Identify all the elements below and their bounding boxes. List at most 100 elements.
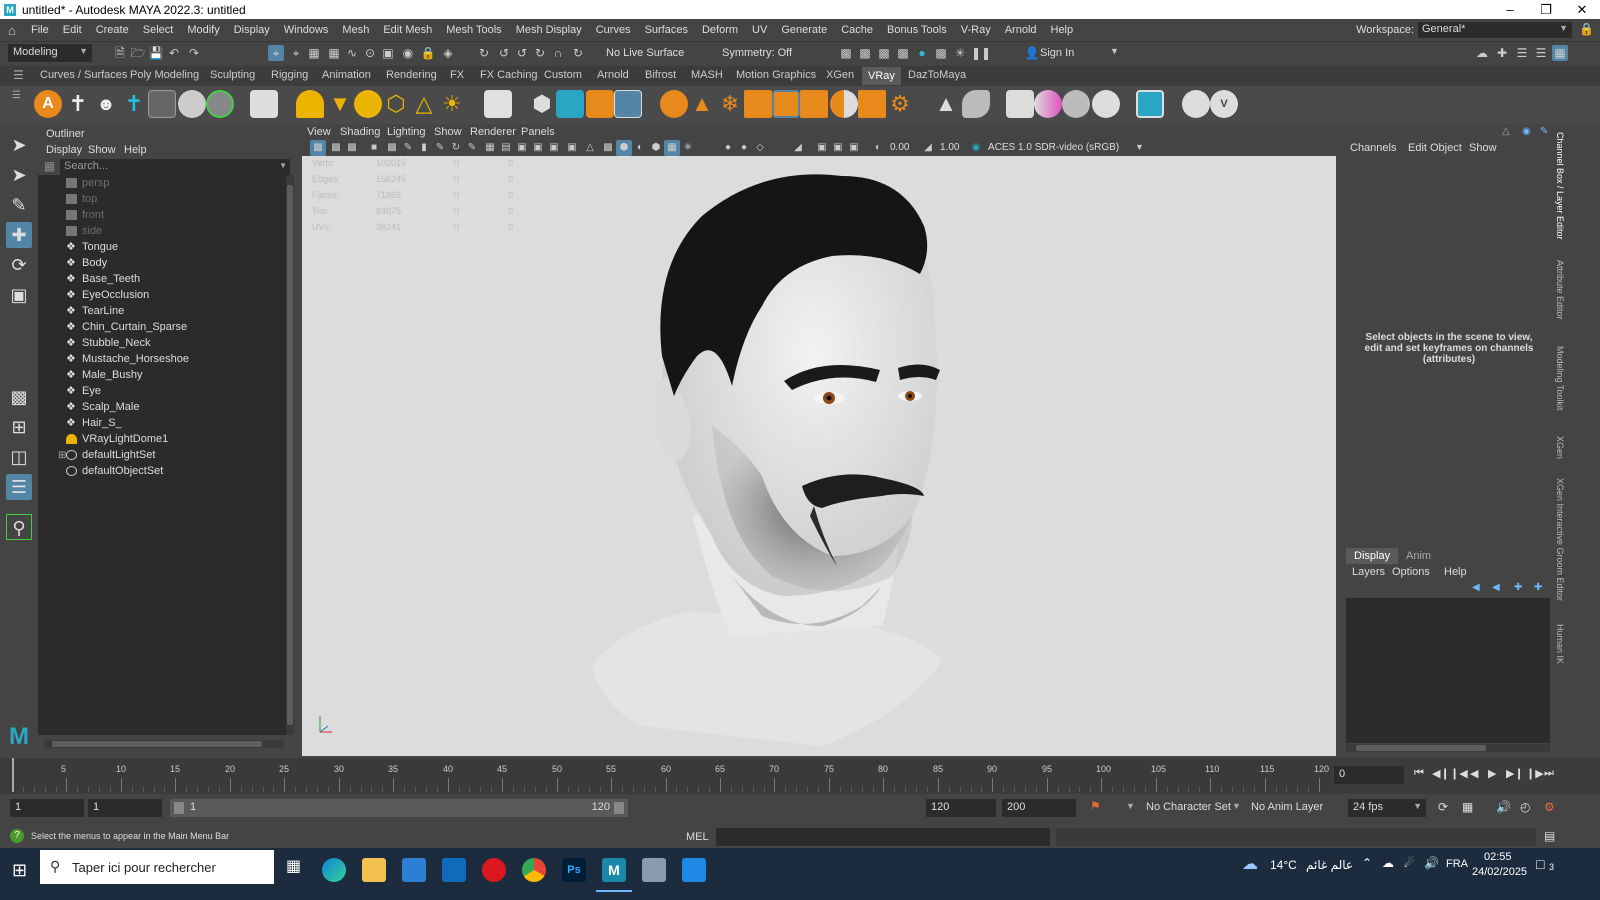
character-set-dropdown[interactable]: No Character Set — [1146, 801, 1231, 813]
menu-select[interactable]: Select — [136, 24, 181, 36]
menu-cache[interactable]: Cache — [834, 24, 880, 36]
outliner-horizontal-scrollbar[interactable] — [44, 740, 284, 748]
select-camera-icon[interactable]: ▩ — [310, 140, 326, 156]
shelf-tab-bifrost[interactable]: Bifrost — [645, 69, 676, 81]
shelf-tab-animation[interactable]: Animation — [322, 69, 371, 81]
chrome-icon[interactable] — [522, 858, 546, 882]
menu-mesh[interactable]: Mesh — [335, 24, 376, 36]
menu-modify[interactable]: Modify — [180, 24, 226, 36]
field-chart-icon[interactable]: ▤ — [498, 140, 514, 156]
menu-edit-mesh[interactable]: Edit Mesh — [376, 24, 439, 36]
viewport-menu-lighting[interactable]: Lighting — [387, 126, 426, 138]
vray-shader-icon[interactable] — [962, 90, 990, 118]
smooth-shade-icon[interactable]: ▣ — [564, 140, 580, 156]
modeling-toolkit-icon[interactable]: ☁ — [1474, 45, 1490, 61]
close-button[interactable]: ✕ — [1564, 0, 1600, 19]
outliner-item-default-object-set[interactable]: defaultObjectSet — [66, 463, 163, 479]
shelf-tab-rendering[interactable]: Rendering — [386, 69, 437, 81]
vray-fur-icon[interactable] — [586, 90, 614, 118]
microsoft-store-icon[interactable] — [402, 858, 426, 882]
vray-pyramid-icon[interactable]: ▲ — [688, 90, 716, 118]
scrollbar-thumb[interactable] — [1356, 745, 1486, 751]
hypershade-icon[interactable]: ● — [914, 45, 930, 61]
side-tab-xgen[interactable]: XGen — [1555, 436, 1565, 459]
lock-camera-icon[interactable]: ▮ — [416, 140, 432, 156]
vray-displacement-icon[interactable] — [614, 90, 642, 118]
animation-end-field[interactable]: 200 — [1002, 799, 1076, 817]
outliner-menu-display[interactable]: Display — [46, 144, 82, 156]
vray-ies-light-icon[interactable]: △ — [410, 90, 438, 118]
play-backwards-icon[interactable]: ◀ — [1470, 767, 1478, 780]
vray-multi-sphere-icon[interactable] — [1062, 90, 1090, 118]
vray-sun-icon[interactable]: ☀ — [438, 90, 466, 118]
vray-mesh-light-icon[interactable]: ⬡ — [382, 90, 410, 118]
new-layer-icon[interactable]: ✚ — [1514, 582, 1522, 593]
shelf-tab-vray[interactable]: VRay — [862, 67, 901, 85]
pause-viewport-icon[interactable]: ❚❚ — [971, 45, 991, 61]
render-current-frame-icon[interactable]: ▩ — [838, 45, 854, 61]
vray-proxy-icon[interactable]: ☻ — [92, 90, 120, 118]
step-forward-key-icon[interactable]: ▶❙ — [1506, 767, 1524, 780]
shelf-tab-rigging[interactable]: Rigging — [271, 69, 308, 81]
rotate-tool-icon[interactable]: ↻ — [570, 45, 586, 61]
viewport-menu-renderer[interactable]: Renderer — [470, 126, 516, 138]
pivot-icon[interactable]: ↻ — [532, 45, 548, 61]
menu-edit[interactable]: Edit — [56, 24, 89, 36]
color-space-dropdown[interactable]: ACES 1.0 SDR-video (sRGB) — [988, 142, 1119, 153]
xray-icon[interactable]: ● — [720, 140, 736, 156]
new-scene-icon[interactable]: 🗎 — [112, 45, 128, 61]
go-to-start-icon[interactable]: ⏮ — [1414, 767, 1424, 780]
render-settings-icon[interactable]: ▩ — [895, 45, 911, 61]
ambient-occlusion-icon[interactable]: ⬢ — [648, 140, 664, 156]
new-layer-selected-icon[interactable]: ✚ — [1534, 582, 1542, 593]
shelf-tab-sculpting[interactable]: Sculpting — [210, 69, 255, 81]
photoshop-icon[interactable]: Ps — [562, 858, 586, 882]
outliner-item-hair-s[interactable]: ❖ Hair_S_ — [66, 415, 122, 431]
outliner-item-body[interactable]: ❖ Body — [66, 255, 107, 271]
outliner-vertical-scrollbar[interactable] — [286, 175, 294, 735]
outliner-item-base-teeth[interactable]: ❖ Base_Teeth — [66, 271, 140, 287]
open-scene-icon[interactable]: 🗁 — [130, 45, 146, 61]
attribute-editor-icon[interactable]: ✚ — [1494, 45, 1510, 61]
vray-ipr-icon[interactable]: ✝ — [120, 90, 148, 118]
menu-display[interactable]: Display — [227, 24, 277, 36]
isolate-select-icon[interactable]: ◢ — [790, 140, 806, 156]
shelf-tab-fx[interactable]: FX — [450, 69, 464, 81]
weather-temp[interactable]: 14°C — [1270, 858, 1297, 872]
lock-selection-icon[interactable]: 🔒 — [420, 45, 436, 61]
command-language-label[interactable]: MEL — [686, 831, 709, 843]
taskbar-search-box[interactable]: ⚲ Taper ici pour rechercher — [40, 850, 274, 884]
safe-action-icon[interactable]: ▣ — [514, 140, 530, 156]
vray-material-icon[interactable] — [206, 90, 234, 118]
xray-joints-icon[interactable]: ● — [736, 140, 752, 156]
shelf-tab-motion-graphics[interactable]: Motion Graphics — [736, 69, 816, 81]
light-editor-icon[interactable]: ✳ — [952, 45, 968, 61]
menu-surfaces[interactable]: Surfaces — [638, 24, 695, 36]
channel-box-icon[interactable]: ☰ — [1533, 45, 1549, 61]
side-tab-modeling-toolkit[interactable]: Modeling Toolkit — [1555, 346, 1565, 410]
viewport-menu-show[interactable]: Show — [434, 126, 462, 138]
layer-editor-icon[interactable]: ▦ — [1552, 45, 1568, 61]
viewport-menu-shading[interactable]: Shading — [340, 126, 380, 138]
shelf-tab-fx-caching[interactable]: FX Caching — [480, 69, 537, 81]
vray-clipper-icon[interactable] — [830, 90, 858, 118]
viewport-menu-panels[interactable]: Panels — [521, 126, 555, 138]
vray-hair-icon[interactable] — [744, 90, 772, 118]
opera-icon[interactable] — [482, 858, 506, 882]
shelf-tab-arnold[interactable]: Arnold — [597, 69, 629, 81]
maximize-button[interactable]: ❐ — [1528, 0, 1564, 19]
move-layer-up-icon[interactable]: ◀ — [1472, 582, 1480, 593]
menu-bonus-tools[interactable]: Bonus Tools — [880, 24, 954, 36]
head-model[interactable] — [302, 156, 1336, 756]
clock-time[interactable]: 02:55 — [1484, 851, 1512, 863]
live-surface-label[interactable]: No Live Surface — [606, 47, 684, 59]
outliner-item-chin-curtain[interactable]: ❖ Chin_Curtain_Sparse — [66, 319, 187, 335]
step-back-key-icon[interactable]: ❙◀ — [1450, 767, 1468, 780]
playback-start-field[interactable]: 1 — [88, 799, 162, 817]
scrollbar-thumb[interactable] — [52, 741, 262, 747]
exposure-toggle-icon[interactable]: ▣ — [814, 140, 830, 156]
outliner-item-scalp-male[interactable]: ❖ Scalp_Male — [66, 399, 139, 415]
maya-taskbar-icon[interactable]: M — [596, 858, 632, 892]
edge-icon[interactable] — [322, 858, 346, 882]
exposure-icon[interactable]: ◐ — [870, 140, 886, 156]
